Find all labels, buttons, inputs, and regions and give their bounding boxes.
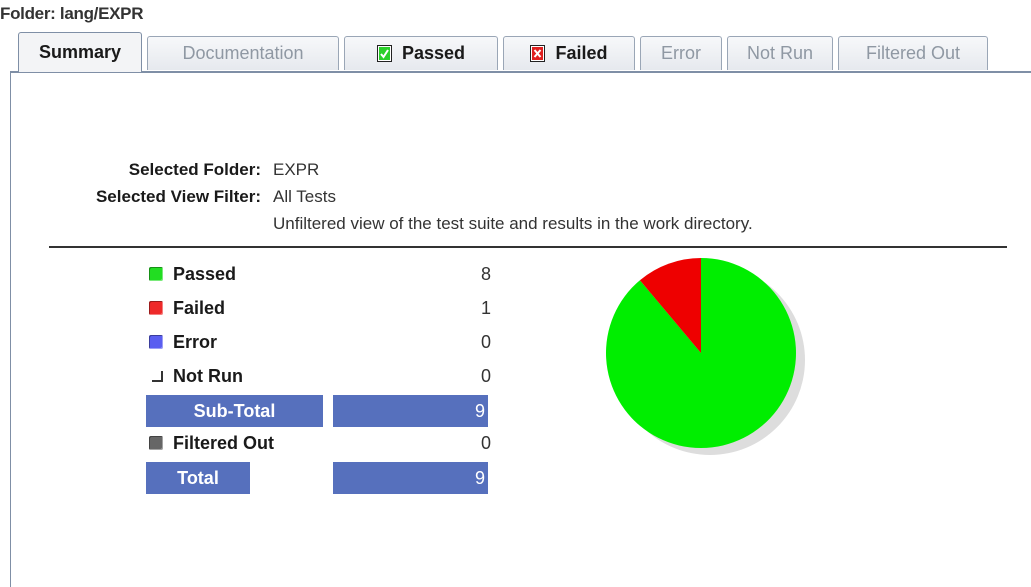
tab-not-run-label: Not Run [746, 43, 814, 63]
stat-filtered-out: Filtered Out [149, 430, 349, 456]
tab-filtered-out[interactable]: Filtered Out [838, 36, 988, 70]
tab-not-run[interactable]: Not Run [727, 36, 833, 70]
summary-panel: Selected Folder: EXPR Selected View Filt… [10, 71, 1031, 587]
stat-error: Error [149, 329, 349, 355]
tab-failed-label: Failed [555, 43, 608, 63]
stat-passed: Passed [149, 261, 349, 287]
passed-check-icon [376, 45, 392, 62]
total-label: Total [146, 462, 250, 494]
selected-folder-label: Selected Folder: [128, 160, 261, 179]
not-run-bracket-icon [152, 370, 163, 382]
stat-filtered-out-label: Filtered Out [173, 432, 275, 453]
tab-documentation[interactable]: Documentation [147, 36, 339, 70]
stat-not-run: Not Run [149, 363, 349, 389]
total-value: 9 [333, 462, 488, 494]
error-square-icon [149, 335, 163, 349]
stat-not-run-label: Not Run [173, 365, 243, 386]
view-filter-value: All Tests [273, 187, 336, 206]
passed-square-icon [149, 267, 163, 281]
folder-path-label: Folder: lang/EXPR [0, 4, 144, 23]
stat-passed-value: 8 [480, 263, 491, 284]
tab-filtered-out-label: Filtered Out [865, 43, 961, 63]
failed-x-icon [530, 45, 546, 62]
selected-folder-value: EXPR [273, 160, 320, 179]
section-divider [49, 246, 1007, 248]
stat-failed-value: 1 [480, 297, 491, 318]
filtered-out-square-icon [149, 436, 163, 450]
results-pie-chart [606, 258, 805, 455]
tab-summary[interactable]: Summary [18, 32, 142, 72]
stat-error-value: 0 [480, 331, 491, 352]
tab-documentation-label: Documentation [182, 43, 304, 63]
stat-failed-label: Failed [173, 297, 226, 318]
view-filter-description: Unfiltered view of the test suite and re… [273, 214, 753, 233]
stat-error-label: Error [173, 331, 218, 352]
tab-error[interactable]: Error [640, 36, 722, 70]
tab-summary-label: Summary [38, 42, 122, 62]
failed-square-icon [149, 301, 163, 315]
pie-slices [606, 258, 796, 448]
sub-total-label: Sub-Total [146, 395, 323, 427]
stat-not-run-value: 0 [480, 365, 491, 386]
tab-error-label: Error [661, 43, 701, 63]
tab-passed[interactable]: Passed [344, 36, 498, 70]
view-filter-label: Selected View Filter: [95, 187, 261, 206]
stat-failed: Failed [149, 295, 349, 321]
tab-bar: Summary Documentation Passed Failed Erro… [10, 32, 1001, 72]
stat-passed-label: Passed [173, 263, 237, 284]
tab-passed-label: Passed [401, 43, 466, 63]
tab-failed[interactable]: Failed [503, 36, 635, 70]
sub-total-value: 9 [333, 395, 488, 427]
stat-filtered-out-value: 0 [480, 432, 491, 453]
